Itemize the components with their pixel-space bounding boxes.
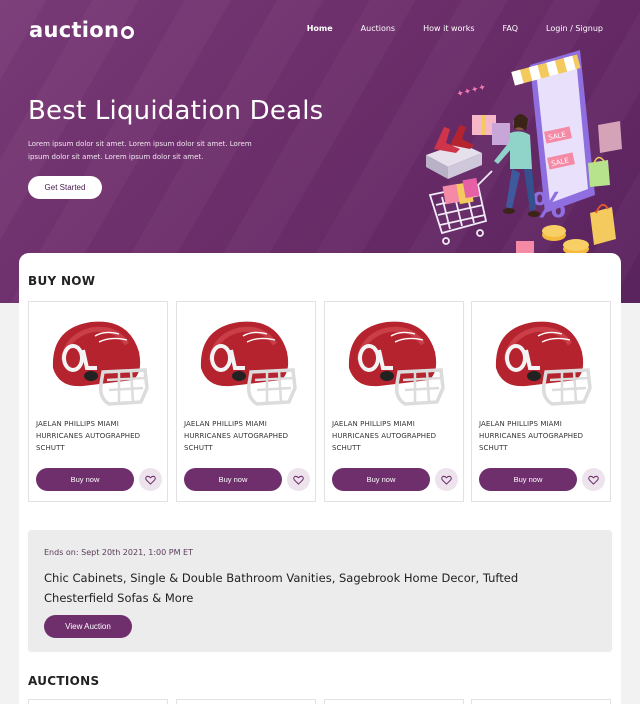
- helmet-image[interactable]: [339, 310, 449, 410]
- auction-end-date: Ends on: Sept 20th 2021, 1:00 PM ET: [44, 548, 193, 557]
- logo[interactable]: auction: [29, 18, 135, 42]
- featured-auction: Ends on: Sept 20th 2021, 1:00 PM ET Chic…: [28, 530, 612, 652]
- nav-home[interactable]: Home: [307, 24, 333, 33]
- content-card: BUY NOW JAELAN PHILLIPS MIAMI HURRICANES…: [19, 253, 621, 704]
- product-name[interactable]: JAELAN PHILLIPS MIAMI HURRICANES AUTOGRA…: [332, 418, 460, 454]
- favorite-button[interactable]: [435, 468, 458, 491]
- auction-card[interactable]: [176, 699, 316, 704]
- auction-title[interactable]: Chic Cabinets, Single & Double Bathroom …: [44, 568, 544, 608]
- buy-now-button[interactable]: Buy now: [479, 468, 577, 491]
- cart-shape: [428, 170, 493, 245]
- buy-now-button[interactable]: Buy now: [36, 468, 134, 491]
- hero-title: Best Liquidation Deals: [28, 96, 324, 126]
- buy-now-heading: BUY NOW: [28, 274, 96, 288]
- auction-card[interactable]: [28, 699, 168, 704]
- stars-decoration: ✦✦✦✦: [456, 83, 488, 101]
- heart-icon: [293, 475, 304, 485]
- auctions-heading: AUCTIONS: [28, 674, 100, 688]
- logo-text: auction: [29, 18, 120, 42]
- product-card[interactable]: JAELAN PHILLIPS MIAMI HURRICANES AUTOGRA…: [176, 301, 316, 502]
- get-started-button[interactable]: Get Started: [28, 176, 102, 199]
- hero-subtitle: Lorem ipsum dolor sit amet. Lorem ipsum …: [28, 140, 252, 161]
- view-auction-button[interactable]: View Auction: [44, 615, 132, 638]
- helmet-image[interactable]: [191, 310, 301, 410]
- auction-card[interactable]: [324, 699, 464, 704]
- product-name[interactable]: JAELAN PHILLIPS MIAMI HURRICANES AUTOGRA…: [36, 418, 164, 454]
- nav-how-it-works[interactable]: How it works: [423, 24, 474, 33]
- helmet-image[interactable]: [43, 310, 153, 410]
- nav-auctions[interactable]: Auctions: [361, 24, 395, 33]
- shopping-illustration: SALE SALE % ✦✦✦✦: [426, 50, 622, 255]
- buy-now-button[interactable]: Buy now: [332, 468, 430, 491]
- nav-login-signup[interactable]: Login / Signup: [546, 24, 603, 33]
- favorite-button[interactable]: [139, 468, 162, 491]
- helmet-image[interactable]: [486, 310, 596, 410]
- heart-icon: [145, 475, 156, 485]
- percent-icon: %: [532, 186, 566, 226]
- product-card[interactable]: JAELAN PHILLIPS MIAMI HURRICANES AUTOGRA…: [324, 301, 464, 502]
- product-card[interactable]: JAELAN PHILLIPS MIAMI HURRICANES AUTOGRA…: [471, 301, 611, 502]
- product-card[interactable]: JAELAN PHILLIPS MIAMI HURRICANES AUTOGRA…: [28, 301, 168, 502]
- heart-icon: [588, 475, 599, 485]
- heart-icon: [441, 475, 452, 485]
- product-name[interactable]: JAELAN PHILLIPS MIAMI HURRICANES AUTOGRA…: [184, 418, 312, 454]
- main-nav: Home Auctions How it works FAQ Login / S…: [307, 24, 603, 33]
- logo-ring-icon: [121, 26, 135, 39]
- auction-card[interactable]: [471, 699, 611, 704]
- favorite-button[interactable]: [287, 468, 310, 491]
- product-name[interactable]: JAELAN PHILLIPS MIAMI HURRICANES AUTOGRA…: [479, 418, 607, 454]
- favorite-button[interactable]: [582, 468, 605, 491]
- nav-faq[interactable]: FAQ: [503, 24, 519, 33]
- buy-now-button[interactable]: Buy now: [184, 468, 282, 491]
